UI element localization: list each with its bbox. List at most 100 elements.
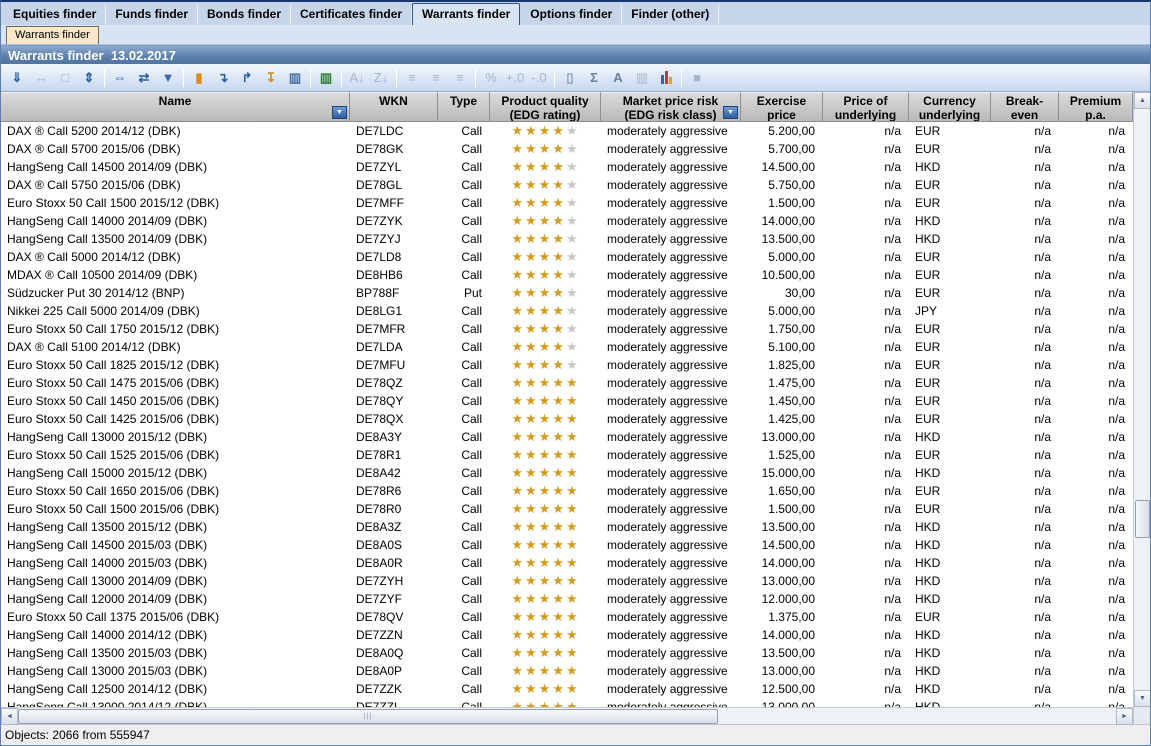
cell-exercise: 13.500,00	[741, 518, 823, 536]
table-row[interactable]: Euro Stoxx 50 Call 1750 2015/12 (DBK)DE7…	[1, 320, 1133, 338]
insert-row-icon[interactable]: ↧	[260, 68, 282, 88]
scroll-left-icon[interactable]: ◄	[1, 708, 18, 725]
save-export-icon[interactable]: ⇓	[6, 68, 28, 88]
table-row[interactable]: Südzucker Put 30 2014/12 (BNP)BP788FPut★…	[1, 284, 1133, 302]
table-row[interactable]: HangSeng Call 14000 2014/12 (DBK)DE7ZZNC…	[1, 626, 1133, 644]
table-row[interactable]: DAX ® Call 5100 2014/12 (DBK)DE7LDACall★…	[1, 338, 1133, 356]
table-row[interactable]: HangSeng Call 14000 2015/03 (DBK)DE8A0RC…	[1, 554, 1133, 572]
cell-exercise: 13.000,00	[741, 572, 823, 590]
column-header-premium[interactable]: Premiump.a.	[1059, 92, 1133, 121]
table-row[interactable]: HangSeng Call 14500 2015/03 (DBK)DE8A0SC…	[1, 536, 1133, 554]
cell-currency: EUR	[909, 284, 991, 302]
table-row[interactable]: HangSeng Call 14000 2014/09 (DBK)DE7ZYKC…	[1, 212, 1133, 230]
star-filled-icon: ★	[525, 681, 539, 696]
table-row[interactable]: HangSeng Call 12500 2014/12 (DBK)DE7ZZKC…	[1, 680, 1133, 698]
fit-width-icon[interactable]: ⇔	[109, 68, 131, 88]
add-decimal-icon[interactable]: +.0	[504, 68, 526, 88]
expand-all-icon[interactable]: ↔	[30, 68, 52, 88]
table-row[interactable]: Euro Stoxx 50 Call 1500 2015/12 (DBK)DE7…	[1, 194, 1133, 212]
horizontal-scroll-track[interactable]: |||	[18, 708, 1116, 724]
table-row[interactable]: HangSeng Call 13000 2014/12 (DBK)DE7ZZLC…	[1, 698, 1133, 707]
table-row[interactable]: Euro Stoxx 50 Call 1375 2015/06 (DBK)DE7…	[1, 608, 1133, 626]
sort-descending-icon[interactable]: Z↓	[370, 68, 392, 88]
align-right-icon[interactable]: ≡	[449, 68, 471, 88]
chart-icon[interactable]	[655, 68, 677, 88]
tab-bonds-finder[interactable]: Bonds finder	[198, 5, 291, 25]
insert-column-icon[interactable]: ▮	[188, 68, 210, 88]
table-row[interactable]: HangSeng Call 13500 2015/03 (DBK)DE8A0QC…	[1, 644, 1133, 662]
fit-height-icon[interactable]: ⇕	[78, 68, 100, 88]
tab-warrants-finder[interactable]: Warrants finder	[412, 3, 520, 25]
vertical-scroll-track[interactable]	[1134, 109, 1150, 690]
table-row[interactable]: HangSeng Call 12000 2014/09 (DBK)DE7ZYFC…	[1, 590, 1133, 608]
stop-icon[interactable]: ■	[686, 68, 708, 88]
table-row[interactable]: MDAX ® Call 10500 2014/09 (DBK)DE8HB6Cal…	[1, 266, 1133, 284]
table-row[interactable]: HangSeng Call 15000 2015/12 (DBK)DE8A42C…	[1, 464, 1133, 482]
tab-certificates-finder[interactable]: Certificates finder	[291, 5, 412, 25]
tab-funds-finder[interactable]: Funds finder	[106, 5, 198, 25]
scroll-right-icon[interactable]: ►	[1116, 708, 1133, 725]
sum-icon[interactable]: Σ	[583, 68, 605, 88]
scroll-down-icon[interactable]: ▼	[1134, 690, 1151, 707]
column-move-down-icon[interactable]: ↴	[212, 68, 234, 88]
refresh-icon[interactable]: ⇄	[133, 68, 155, 88]
cell-currency: EUR	[909, 266, 991, 284]
tab-options-finder[interactable]: Options finder	[521, 5, 622, 25]
vertical-scroll-thumb[interactable]	[1135, 500, 1150, 538]
filter-dropdown-button-name[interactable]: ▼	[332, 106, 347, 119]
sub-tab-warrants-finder[interactable]: Warrants finder	[6, 26, 99, 44]
column-header-price_underlying[interactable]: Price ofunderlying	[823, 92, 909, 121]
table-row[interactable]: HangSeng Call 14500 2014/09 (DBK)DE7ZYLC…	[1, 158, 1133, 176]
table-row[interactable]: HangSeng Call 13000 2015/12 (DBK)DE8A3YC…	[1, 428, 1133, 446]
horizontal-scrollbar[interactable]: ◄ ||| ►	[1, 707, 1133, 724]
table-row[interactable]: DAX ® Call 5750 2015/06 (DBK)DE78GLCall★…	[1, 176, 1133, 194]
histogram-icon[interactable]: ▥	[284, 68, 306, 88]
cell-name: Euro Stoxx 50 Call 1450 2015/06 (DBK)	[1, 392, 350, 410]
tab-equities-finder[interactable]: Equities finder	[4, 5, 106, 25]
vertical-scrollbar[interactable]: ▲ ▼	[1133, 92, 1150, 707]
table-row[interactable]: HangSeng Call 13000 2014/09 (DBK)DE7ZYHC…	[1, 572, 1133, 590]
table-row[interactable]: DAX ® Call 5200 2014/12 (DBK)DE7LDCCall★…	[1, 122, 1133, 140]
filter-icon[interactable]: ▼	[157, 68, 179, 88]
column-header-exercise[interactable]: Exerciseprice	[741, 92, 823, 121]
table-row[interactable]: Nikkei 225 Call 5000 2014/09 (DBK)DE8LG1…	[1, 302, 1133, 320]
horizontal-scroll-thumb[interactable]: |||	[18, 709, 718, 724]
column-header-breakeven[interactable]: Break-even	[991, 92, 1059, 121]
cascade-view-icon[interactable]: □	[54, 68, 76, 88]
table-row[interactable]: Euro Stoxx 50 Call 1475 2015/06 (DBK)DE7…	[1, 374, 1133, 392]
tab-finder-other[interactable]: Finder (other)	[622, 5, 719, 25]
column-header-risk[interactable]: Market price risk(EDG risk class)▼	[601, 92, 741, 121]
hide-column-icon[interactable]: ▥	[315, 68, 337, 88]
table-row[interactable]: DAX ® Call 5700 2015/06 (DBK)DE78GKCall★…	[1, 140, 1133, 158]
star-filled-icon: ★	[539, 249, 553, 264]
column-header-wkn[interactable]: WKN	[350, 92, 438, 121]
field-settings-icon[interactable]: ▯	[559, 68, 581, 88]
table-row[interactable]: Euro Stoxx 50 Call 1825 2015/12 (DBK)DE7…	[1, 356, 1133, 374]
table-row[interactable]: DAX ® Call 5000 2014/12 (DBK)DE7LD8Call★…	[1, 248, 1133, 266]
column-header-currency[interactable]: Currencyunderlying	[909, 92, 991, 121]
scroll-up-icon[interactable]: ▲	[1134, 92, 1151, 109]
table-row[interactable]: Euro Stoxx 50 Call 1525 2015/06 (DBK)DE7…	[1, 446, 1133, 464]
table-row[interactable]: HangSeng Call 13500 2015/12 (DBK)DE8A3ZC…	[1, 518, 1133, 536]
star-filled-icon: ★	[539, 177, 553, 192]
table-row[interactable]: HangSeng Call 13000 2015/03 (DBK)DE8A0PC…	[1, 662, 1133, 680]
filter-dropdown-button-risk[interactable]: ▼	[723, 106, 738, 119]
column-select-icon[interactable]: ▥	[631, 68, 653, 88]
remove-decimal-icon[interactable]: -.0	[528, 68, 550, 88]
table-row[interactable]: Euro Stoxx 50 Call 1500 2015/06 (DBK)DE7…	[1, 500, 1133, 518]
column-header-name[interactable]: Name▼	[1, 92, 350, 121]
percent-icon[interactable]: %	[480, 68, 502, 88]
align-center-icon[interactable]: ≡	[425, 68, 447, 88]
column-header-type[interactable]: Type	[438, 92, 490, 121]
align-left-icon[interactable]: ≡	[401, 68, 423, 88]
cell-risk: moderately aggressive	[601, 446, 741, 464]
column-header-quality[interactable]: Product quality(EDG rating)	[490, 92, 601, 121]
column-move-up-icon[interactable]: ↱	[236, 68, 258, 88]
table-row[interactable]: Euro Stoxx 50 Call 1450 2015/06 (DBK)DE7…	[1, 392, 1133, 410]
sort-ascending-icon[interactable]: A↓	[346, 68, 368, 88]
font-icon[interactable]: A	[607, 68, 629, 88]
cell-risk: moderately aggressive	[601, 680, 741, 698]
table-row[interactable]: Euro Stoxx 50 Call 1425 2015/06 (DBK)DE7…	[1, 410, 1133, 428]
table-row[interactable]: Euro Stoxx 50 Call 1650 2015/06 (DBK)DE7…	[1, 482, 1133, 500]
table-row[interactable]: HangSeng Call 13500 2014/09 (DBK)DE7ZYJC…	[1, 230, 1133, 248]
